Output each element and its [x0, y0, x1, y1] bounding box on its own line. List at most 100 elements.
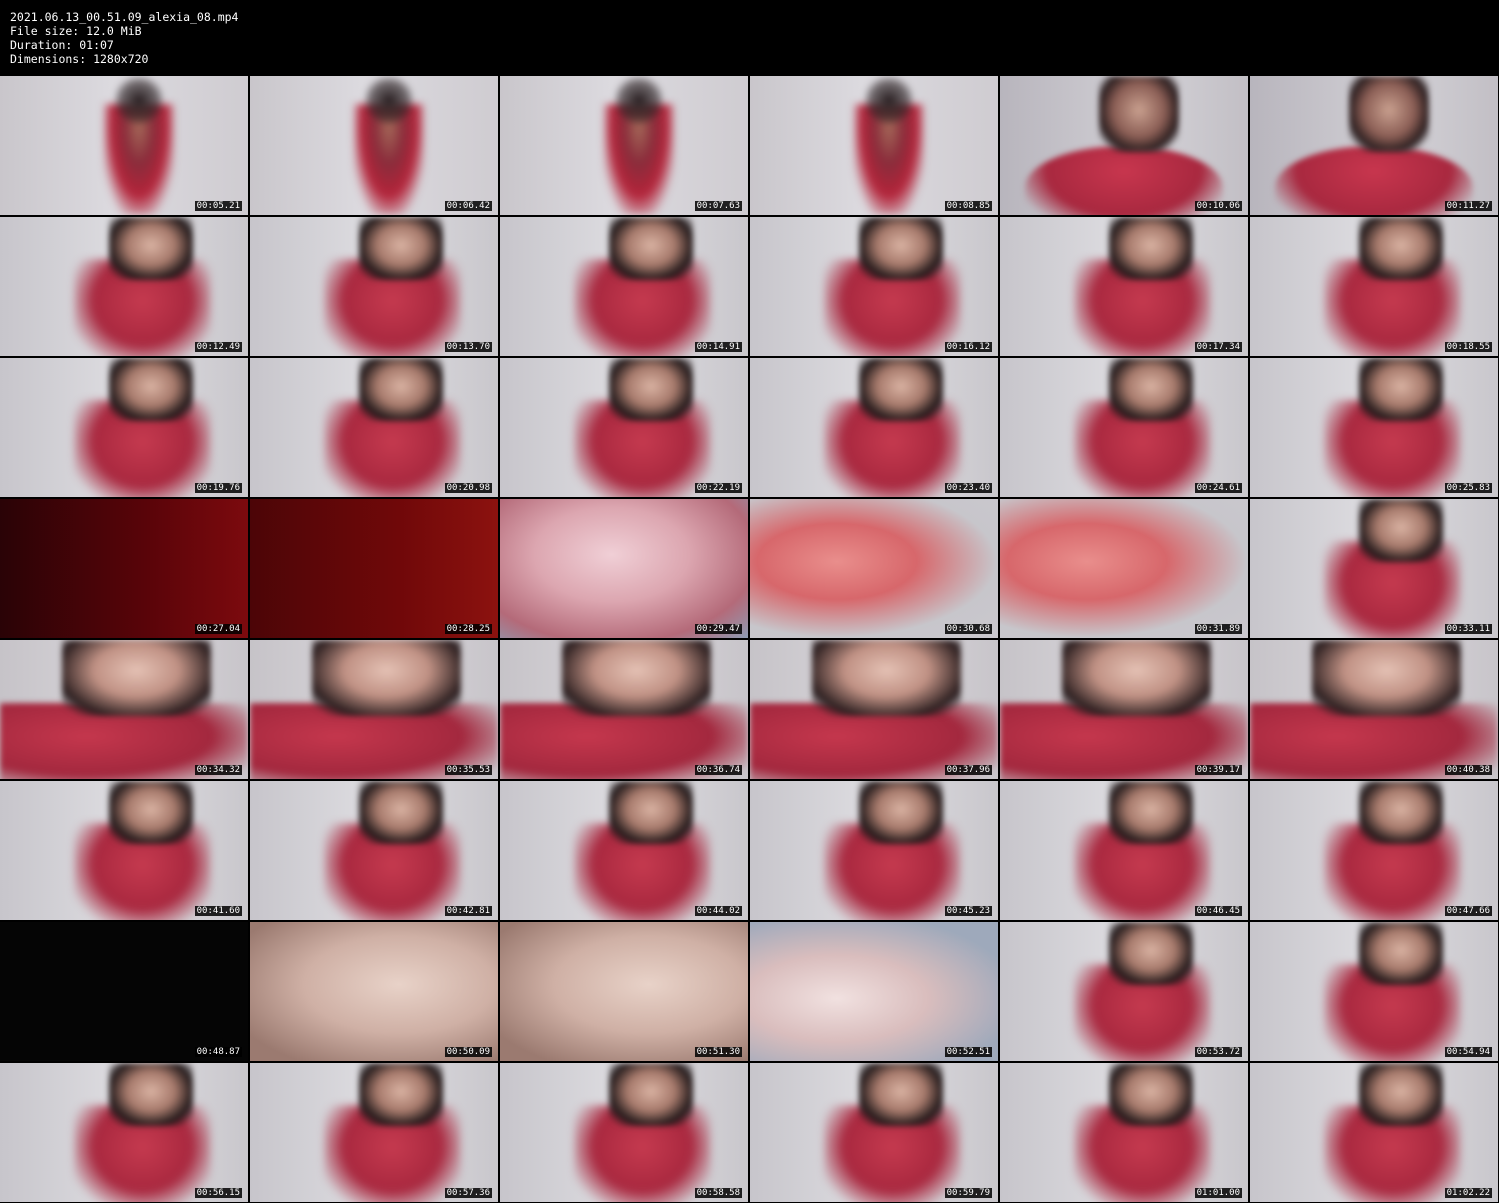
info-header: 2021.06.13_00.51.09_alexia_08.mp4 File si… — [0, 0, 1499, 76]
thumbnail-image — [1000, 217, 1248, 356]
thumbnail-image — [1000, 499, 1248, 638]
thumbnail-image — [1000, 640, 1248, 779]
thumbnail-timestamp: 01:01.00 — [1194, 1188, 1242, 1198]
thumbnail: 00:41.60 — [0, 781, 248, 920]
thumbnail-timestamp: 00:20.98 — [444, 483, 492, 493]
thumbnail-image — [250, 640, 498, 779]
thumbnail-timestamp: 00:17.34 — [1194, 342, 1242, 352]
thumbnail-image — [500, 358, 748, 497]
thumbnail: 00:31.89 — [1000, 499, 1248, 638]
thumbnail: 00:12.49 — [0, 217, 248, 356]
thumbnail-image — [250, 358, 498, 497]
file-name: 2021.06.13_00.51.09_alexia_08.mp4 — [10, 10, 239, 24]
thumbnail-timestamp: 00:39.17 — [1194, 765, 1242, 775]
thumbnail-timestamp: 00:13.70 — [444, 342, 492, 352]
thumbnail: 00:35.53 — [250, 640, 498, 779]
thumbnail-timestamp: 00:11.27 — [1444, 201, 1492, 211]
thumbnail-timestamp: 00:54.94 — [1444, 1047, 1492, 1057]
thumbnail-timestamp: 00:56.15 — [194, 1188, 242, 1198]
thumbnail: 00:34.32 — [0, 640, 248, 779]
thumbnail-timestamp: 00:31.89 — [1194, 624, 1242, 634]
thumbnail: 00:44.02 — [500, 781, 748, 920]
thumbnail-image — [1250, 922, 1498, 1061]
thumbnail: 00:11.27 — [1250, 76, 1498, 215]
thumbnail-image — [750, 640, 998, 779]
thumbnail-image — [500, 76, 748, 215]
thumbnail: 00:13.70 — [250, 217, 498, 356]
thumbnail-image — [0, 781, 248, 920]
thumbnail-image — [1000, 922, 1248, 1061]
thumbnail: 00:42.81 — [250, 781, 498, 920]
thumbnail: 00:25.83 — [1250, 358, 1498, 497]
thumbnail: 00:47.66 — [1250, 781, 1498, 920]
thumbnail-timestamp: 00:23.40 — [944, 483, 992, 493]
thumbnail: 00:20.98 — [250, 358, 498, 497]
thumbnail-timestamp: 00:24.61 — [1194, 483, 1242, 493]
thumbnail: 00:56.15 — [0, 1063, 248, 1202]
thumbnail-timestamp: 00:59.79 — [944, 1188, 992, 1198]
thumbnail-timestamp: 00:47.66 — [1444, 906, 1492, 916]
thumbnail-image — [1000, 781, 1248, 920]
thumbnail-timestamp: 00:41.60 — [194, 906, 242, 916]
thumbnail: 00:05.21 — [0, 76, 248, 215]
thumbnail-timestamp: 00:34.32 — [194, 765, 242, 775]
thumbnail-timestamp: 00:37.96 — [944, 765, 992, 775]
thumbnail: 00:10.06 — [1000, 76, 1248, 215]
thumbnail-image — [250, 1063, 498, 1202]
thumbnail-timestamp: 00:36.74 — [694, 765, 742, 775]
thumbnail-image — [500, 922, 748, 1061]
thumbnail-timestamp: 00:18.55 — [1444, 342, 1492, 352]
thumbnail-timestamp: 00:51.30 — [694, 1047, 742, 1057]
thumbnail: 00:18.55 — [1250, 217, 1498, 356]
thumbnail-image — [0, 640, 248, 779]
thumbnail-image — [500, 640, 748, 779]
thumbnail-image — [0, 217, 248, 356]
thumbnail-timestamp: 00:57.36 — [444, 1188, 492, 1198]
thumbnail-timestamp: 01:02.22 — [1444, 1188, 1492, 1198]
thumbnail-image — [500, 217, 748, 356]
thumbnail-timestamp: 00:08.85 — [944, 201, 992, 211]
thumbnail-timestamp: 00:33.11 — [1444, 624, 1492, 634]
thumbnail-image — [1000, 76, 1248, 215]
thumbnail-timestamp: 00:46.45 — [1194, 906, 1242, 916]
thumbnail: 00:48.87 — [0, 922, 248, 1061]
thumbnail-image — [250, 499, 498, 638]
thumbnail: 00:28.25 — [250, 499, 498, 638]
thumbnail-timestamp: 00:48.87 — [194, 1047, 242, 1057]
thumbnail-image — [0, 922, 248, 1061]
thumbnail-timestamp: 00:40.38 — [1444, 765, 1492, 775]
thumbnail-image — [1250, 781, 1498, 920]
thumbnail-timestamp: 00:07.63 — [694, 201, 742, 211]
thumbnail: 00:33.11 — [1250, 499, 1498, 638]
thumbnail-image — [250, 781, 498, 920]
thumbnail-image — [500, 1063, 748, 1202]
thumbnail-image — [0, 1063, 248, 1202]
thumbnail: 00:52.51 — [750, 922, 998, 1061]
thumbnail-image — [1250, 640, 1498, 779]
thumbnail: 00:23.40 — [750, 358, 998, 497]
file-info: 2021.06.13_00.51.09_alexia_08.mp4 File si… — [10, 10, 238, 66]
thumbnail-timestamp: 00:30.68 — [944, 624, 992, 634]
thumbnail-image — [1250, 1063, 1498, 1202]
thumbnail: 00:06.42 — [250, 76, 498, 215]
file-duration: Duration: 01:07 — [10, 38, 114, 52]
thumbnail-timestamp: 00:27.04 — [194, 624, 242, 634]
thumbnail-image — [750, 1063, 998, 1202]
thumbnail-timestamp: 00:50.09 — [444, 1047, 492, 1057]
thumbnail-timestamp: 00:29.47 — [694, 624, 742, 634]
thumbnail: 00:39.17 — [1000, 640, 1248, 779]
thumbnail: 00:54.94 — [1250, 922, 1498, 1061]
thumbnail-image — [750, 922, 998, 1061]
thumbnail-timestamp: 00:28.25 — [444, 624, 492, 634]
thumbnail: 00:19.76 — [0, 358, 248, 497]
thumbnail-timestamp: 00:10.06 — [1194, 201, 1242, 211]
thumbnail-image — [1250, 499, 1498, 638]
thumbnail-timestamp: 00:45.23 — [944, 906, 992, 916]
thumbnail-image — [0, 76, 248, 215]
thumbnail-timestamp: 00:42.81 — [444, 906, 492, 916]
thumbnail-timestamp: 00:14.91 — [694, 342, 742, 352]
thumbnail-timestamp: 00:44.02 — [694, 906, 742, 916]
thumbnail-timestamp: 00:06.42 — [444, 201, 492, 211]
thumbnail: 00:50.09 — [250, 922, 498, 1061]
thumbnail-image — [750, 358, 998, 497]
